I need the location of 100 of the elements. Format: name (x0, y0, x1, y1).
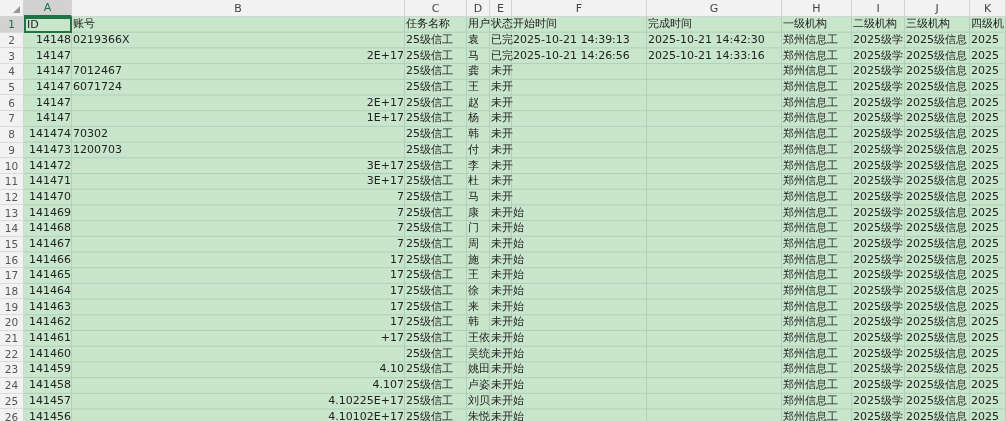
table-cell: 25级信工 (406, 158, 453, 173)
table-cell: 141469 (29, 205, 71, 220)
table-cell: 2025级学 (853, 268, 903, 283)
table-cell: 郑州信息工 (783, 284, 838, 299)
table-cell: 2025 (971, 142, 999, 157)
table-cell: 未开始 (491, 362, 524, 377)
table-cell: 未开始 (491, 346, 524, 361)
table-cell: 王 (468, 268, 479, 283)
table-cell: 未开 (491, 174, 513, 189)
table-cell: 25级信工 (406, 346, 453, 361)
table-cell: 2025 (971, 268, 999, 283)
table-cell: 25级信工 (406, 127, 453, 142)
table-cell: 2025级学 (853, 95, 903, 110)
table-cell: 25级信工 (406, 284, 453, 299)
column-header[interactable]: H (782, 0, 852, 17)
table-cell: 杨 (468, 111, 479, 126)
column-header[interactable]: I (852, 0, 905, 17)
row-header[interactable]: 3 (0, 48, 24, 65)
row-header[interactable]: 1 (0, 17, 24, 33)
table-cell: 17 (390, 284, 404, 299)
table-cell: 2025级学 (853, 80, 903, 95)
table-cell: 2025 (971, 346, 999, 361)
table-cell: 17 (390, 315, 404, 330)
table-cell: 刘贝 (468, 393, 490, 408)
table-cell: 2025级学 (853, 331, 903, 346)
table-cell: 郑州信息工 (783, 189, 838, 204)
row-header[interactable]: 26 (0, 409, 24, 421)
table-cell: 2025 (971, 174, 999, 189)
table-cell: 25级信工 (406, 221, 453, 236)
column-header[interactable]: F (512, 0, 647, 17)
table-cell: 7 (397, 221, 404, 236)
table-cell: 4.10102E+17 (328, 409, 404, 421)
table-cell: 14147 (36, 111, 71, 126)
table-cell: 未开始 (491, 331, 524, 346)
column-header[interactable]: G (647, 0, 782, 17)
table-cell: 14147 (36, 95, 71, 110)
table-cell: 未开始 (491, 378, 524, 393)
table-cell: 已完 (491, 48, 513, 63)
column-header[interactable]: K (970, 0, 1006, 17)
table-cell: 70302 (73, 127, 108, 142)
table-cell: 2025级学 (853, 158, 903, 173)
row-header[interactable]: 7 (0, 111, 24, 127)
row-header[interactable]: 22 (0, 346, 24, 363)
table-cell: 徐 (468, 284, 479, 299)
table-cell: 卢姿 (468, 378, 490, 393)
table-cell: 郑州信息工 (783, 252, 838, 267)
row-header[interactable]: 6 (0, 95, 24, 112)
table-cell: 王依 (468, 331, 490, 346)
table-cell: 2025 (971, 189, 999, 204)
table-cell: 141463 (29, 299, 71, 314)
table-cell: 未开始 (491, 236, 524, 251)
table-cell: 郑州信息工 (783, 48, 838, 63)
table-cell: 马 (468, 48, 479, 63)
table-cell: 141471 (29, 174, 71, 189)
active-cell[interactable]: ID (24, 17, 72, 33)
row-header[interactable]: 23 (0, 362, 24, 378)
table-cell: 25级信工 (406, 64, 453, 79)
row-header[interactable]: 13 (0, 205, 24, 221)
row-header[interactable]: 20 (0, 315, 24, 331)
table-cell: 未开始 (491, 252, 524, 267)
row-header[interactable]: 4 (0, 64, 24, 80)
table-cell: 2025 (971, 221, 999, 236)
table-cell: 未开 (491, 111, 513, 126)
column-header[interactable]: A (24, 0, 72, 17)
table-cell: 1E+17 (366, 111, 404, 126)
table-cell: 未开 (491, 158, 513, 173)
table-cell: 2025 (971, 80, 999, 95)
column-header[interactable]: D (467, 0, 490, 17)
table-cell: 2025级信息 (906, 95, 967, 110)
row-header[interactable]: 19 (0, 299, 24, 316)
select-all-icon[interactable] (13, 6, 20, 13)
table-cell: 2025级信息 (906, 331, 967, 346)
table-cell: 2025级学 (853, 205, 903, 220)
table-cell: 141474 (29, 127, 71, 142)
row-header[interactable]: 17 (0, 268, 24, 284)
table-cell: 2025-10-21 14:42:30 (648, 33, 765, 48)
column-header[interactable]: C (405, 0, 467, 17)
column-header[interactable]: E (490, 0, 512, 17)
table-cell: 2025 (971, 48, 999, 63)
table-cell: 韩 (468, 315, 479, 330)
table-cell: 2025 (971, 33, 999, 48)
table-cell: 141458 (29, 378, 71, 393)
table-cell: 7 (397, 205, 404, 220)
table-cell: 未开始 (491, 284, 524, 299)
table-cell: 未开始 (491, 299, 524, 314)
table-cell: 未开 (491, 142, 513, 157)
table-cell: 2025级信息 (906, 346, 967, 361)
table-cell: 141466 (29, 252, 71, 267)
table-cell: 用户 (468, 17, 490, 32)
table-cell: 郑州信息工 (783, 158, 838, 173)
column-header[interactable]: B (72, 0, 405, 17)
table-cell: 2025级信息 (906, 174, 967, 189)
table-cell: 郑州信息工 (783, 331, 838, 346)
table-cell: 7012467 (73, 64, 122, 79)
table-cell: 25级信工 (406, 189, 453, 204)
column-header[interactable]: J (905, 0, 970, 17)
table-cell: 2025级信息 (906, 378, 967, 393)
row-header[interactable]: 10 (0, 158, 24, 174)
table-cell: 14147 (36, 48, 71, 63)
row-header[interactable]: 16 (0, 252, 24, 268)
